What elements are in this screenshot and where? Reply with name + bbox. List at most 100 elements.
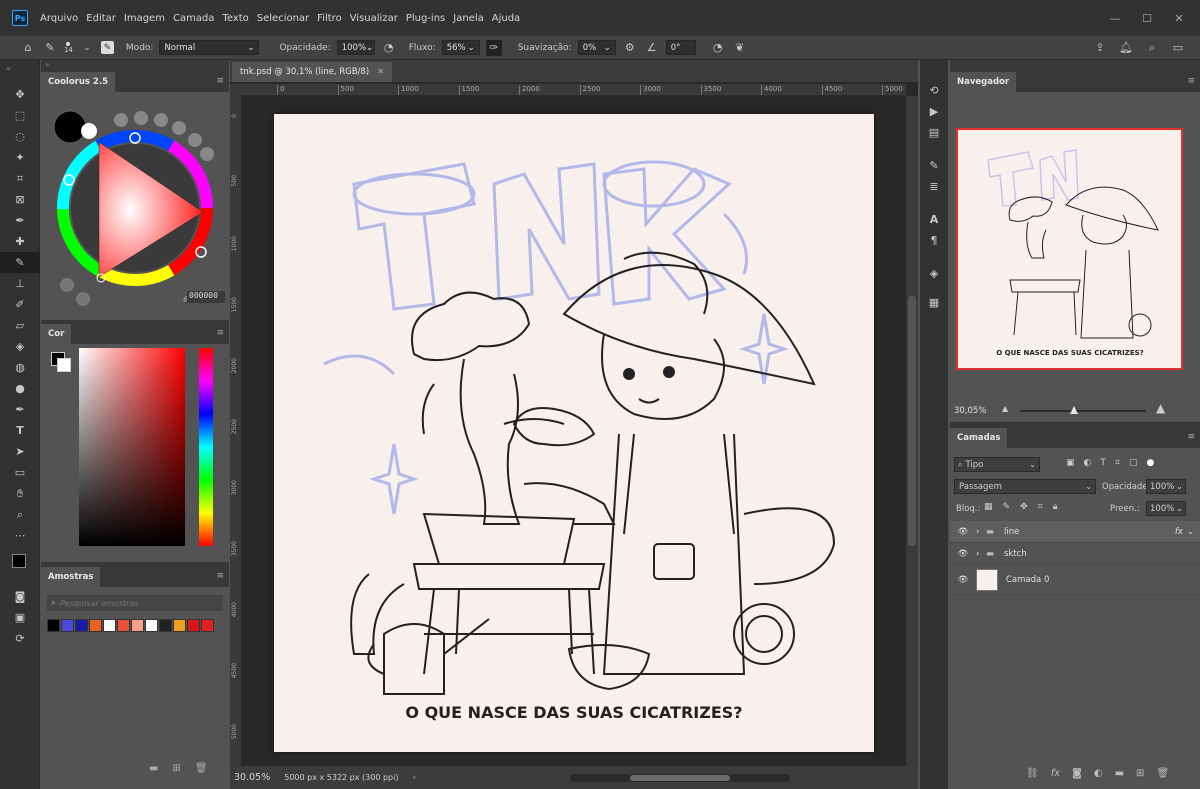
lock-position-icon[interactable]: ✥	[1020, 502, 1028, 512]
swatch[interactable]	[159, 619, 172, 632]
bg-color-chip[interactable]	[57, 358, 71, 372]
layer-row-line[interactable]: 👁︎ › ▬ line fx ⌄	[950, 521, 1200, 543]
eye-icon[interactable]: 👁︎	[950, 575, 976, 585]
swatch[interactable]	[187, 619, 200, 632]
menu-plug-ins[interactable]: Plug-ins	[402, 13, 449, 24]
swatch[interactable]	[131, 619, 144, 632]
marquee-tool-icon[interactable]: ⬚	[0, 105, 40, 126]
lock-artboard-icon[interactable]: ⌗	[1038, 502, 1043, 512]
link-icon[interactable]: ⛓︎	[1026, 768, 1039, 779]
lock-pixels-icon[interactable]: ✎	[1003, 502, 1011, 512]
minimize-icon[interactable]: —	[1108, 11, 1122, 25]
path-selection-tool-icon[interactable]: ➤	[0, 441, 40, 462]
magic-wand-tool-icon[interactable]: ✦	[0, 147, 40, 168]
pressure-size-icon[interactable]: ◔	[710, 40, 726, 56]
swatch[interactable]	[117, 619, 130, 632]
new-layer-icon[interactable]: ⊞	[1136, 768, 1144, 779]
swatch[interactable]	[145, 619, 158, 632]
share-icon[interactable]: ⇪	[1092, 40, 1108, 56]
character-icon[interactable]: A	[920, 209, 948, 230]
layer-row-camada-0[interactable]: 👁︎ Camada 0	[950, 565, 1200, 595]
search-icon[interactable]: ⌕	[1144, 40, 1160, 56]
lock-transparency-icon[interactable]: ▦	[984, 502, 993, 512]
scroll-thumb[interactable]	[629, 774, 730, 781]
sync-icon[interactable]: ⟳	[0, 628, 40, 649]
zoom-level[interactable]: 30.05%	[234, 772, 270, 783]
chevron-down-icon[interactable]: ⌄	[79, 40, 95, 56]
stamp-tool-icon[interactable]: ⊥	[0, 273, 40, 294]
zoom-slider-thumb[interactable]	[1070, 406, 1078, 414]
canvas-area[interactable]: O QUE NASCE DAS SUAS CICATRIZES?	[242, 96, 906, 766]
brush-tool-icon[interactable]: ✎	[42, 40, 58, 56]
layer-opacity-field[interactable]: 100% ⌄	[1146, 479, 1186, 494]
pen-tool-icon[interactable]: ✒	[0, 399, 40, 420]
healing-tool-icon[interactable]: ✚	[0, 231, 40, 252]
eye-icon[interactable]: 👁︎	[950, 549, 976, 559]
dodge-tool-icon[interactable]: ●	[0, 378, 40, 399]
eraser-tool-icon[interactable]: ▱	[0, 315, 40, 336]
swatch[interactable]	[201, 619, 214, 632]
frame-tool-icon[interactable]: ⊠	[0, 189, 40, 210]
swatch-search[interactable]: ⌕	[47, 595, 223, 611]
trash-icon[interactable]: 🗑︎	[195, 763, 208, 774]
folder-icon[interactable]: ▬	[149, 763, 158, 774]
triangle-mode-icon[interactable]	[60, 278, 74, 292]
paragraph-icon[interactable]: ¶	[920, 230, 948, 251]
menu-camada[interactable]: Camada	[169, 13, 218, 24]
menu-ajuda[interactable]: Ajuda	[488, 13, 524, 24]
bell-icon[interactable]: 🔔︎	[1118, 40, 1134, 56]
brush-preset-picker[interactable]: 14	[64, 41, 73, 54]
artboard[interactable]: O QUE NASCE DAS SUAS CICATRIZES?	[274, 114, 874, 752]
navigator-zoom-value[interactable]: 30,05%	[954, 406, 986, 416]
airbrush-icon[interactable]: ✑	[485, 39, 502, 56]
maximize-icon[interactable]: ☐	[1140, 11, 1154, 25]
adjustments-icon[interactable]: ◈	[920, 263, 948, 284]
screen-mode-icon[interactable]: ▣	[0, 607, 40, 628]
blur-tool-icon[interactable]: ◍	[0, 357, 40, 378]
hex-input[interactable]: 000000	[187, 291, 225, 303]
swatch[interactable]	[103, 619, 116, 632]
menu-selecionar[interactable]: Selecionar	[253, 13, 313, 24]
panel-menu-icon[interactable]: ≡	[216, 328, 224, 338]
filter-toggle-icon[interactable]: ●	[1146, 458, 1154, 468]
more-tools-icon[interactable]: ⋯	[0, 525, 40, 546]
opacity-field[interactable]: 100% ⌄	[336, 40, 375, 55]
menu-filtro[interactable]: Filtro	[313, 13, 346, 24]
quick-mask-icon[interactable]: ◙	[0, 586, 40, 607]
history-icon[interactable]: ⟲	[920, 80, 948, 101]
brush-tool-icon[interactable]: ✎	[0, 252, 40, 273]
crop-tool-icon[interactable]: ⌗	[0, 168, 40, 189]
eyedropper-tool-icon[interactable]: ✒	[0, 210, 40, 231]
trash-icon[interactable]: 🗑︎	[1156, 768, 1169, 779]
panel-menu-icon[interactable]: ≡	[216, 571, 224, 581]
swatch[interactable]	[61, 619, 74, 632]
angle-field[interactable]: 0°	[665, 40, 696, 55]
menu-editar[interactable]: Editar	[82, 13, 120, 24]
home-icon[interactable]: ⌂	[20, 40, 36, 56]
workspace-icon[interactable]: ▭	[1170, 40, 1186, 56]
smoothing-field[interactable]: 0% ⌄	[577, 40, 616, 55]
hand-tool-icon[interactable]: ✋︎	[0, 483, 40, 504]
new-swatch-icon[interactable]: ⊞	[172, 763, 180, 774]
zoom-in-icon[interactable]: ▲	[1156, 401, 1165, 415]
adjustment-filter-icon[interactable]: ◐	[1084, 458, 1092, 468]
panel-menu-icon[interactable]: ≡	[216, 76, 224, 86]
symmetry-icon[interactable]: ❦	[732, 40, 748, 56]
swatch[interactable]	[75, 619, 88, 632]
collapse-icon[interactable]: »	[41, 60, 229, 70]
panel-menu-icon[interactable]: ≡	[1187, 432, 1195, 442]
bucket-tool-icon[interactable]: ◈	[0, 336, 40, 357]
chevron-right-icon[interactable]: ›	[976, 527, 986, 537]
chevron-right-icon[interactable]: ›	[976, 549, 986, 559]
color-swatches[interactable]	[0, 546, 39, 586]
vertical-scrollbar[interactable]	[906, 96, 918, 766]
adjustment-layer-icon[interactable]: ◐	[1094, 768, 1103, 779]
color-wheel[interactable]: #	[41, 92, 229, 320]
horizontal-scrollbar[interactable]	[569, 773, 790, 782]
type-filter-icon[interactable]: T	[1100, 458, 1106, 468]
comments-icon[interactable]: ▤	[920, 122, 948, 143]
fx-icon[interactable]: fx	[1051, 768, 1060, 779]
menu-arquivo[interactable]: Arquivo	[36, 13, 82, 24]
zoom-out-icon[interactable]: ▲	[1002, 404, 1008, 413]
tab-color[interactable]: Cor	[41, 324, 72, 344]
